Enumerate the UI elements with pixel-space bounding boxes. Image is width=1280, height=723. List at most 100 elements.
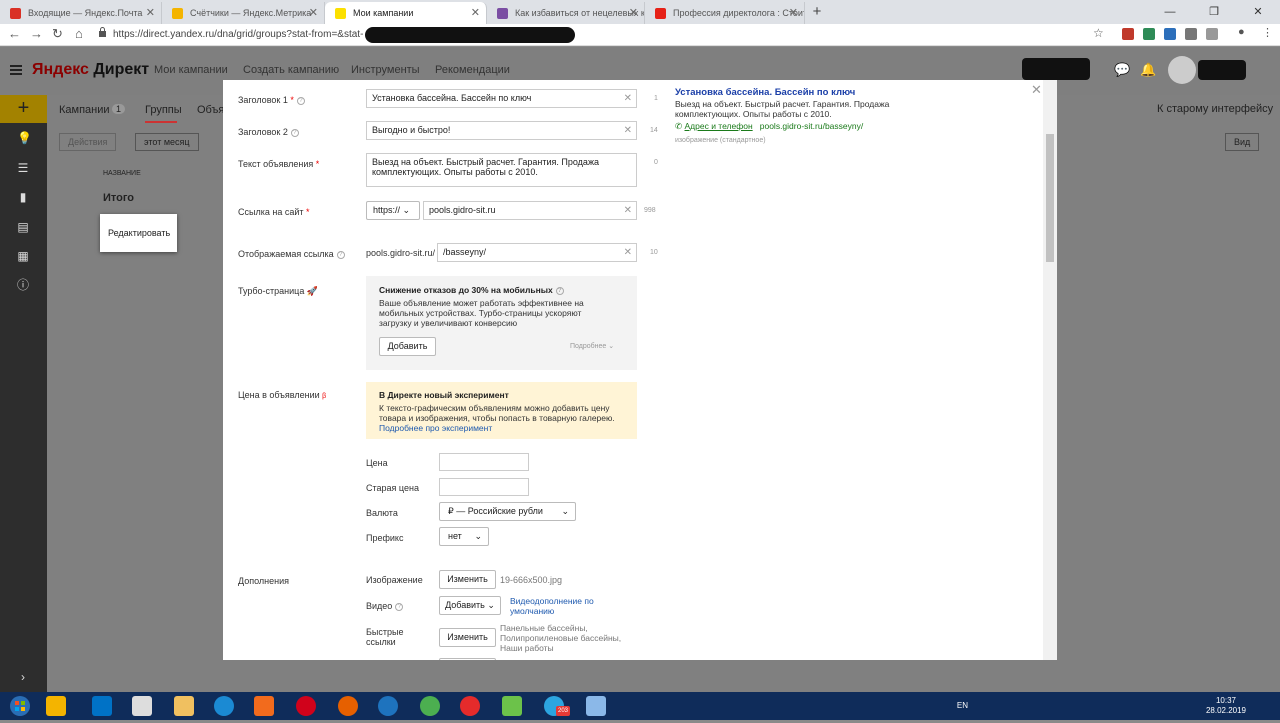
nav-create-campaign[interactable]: Создать кампанию bbox=[243, 64, 339, 76]
next-button[interactable] bbox=[439, 658, 496, 660]
outlook-icon[interactable] bbox=[92, 696, 112, 716]
chrome-icon[interactable] bbox=[420, 696, 440, 716]
paint-icon[interactable] bbox=[586, 696, 606, 716]
currency-select[interactable]: ₽ — Российские рубли ⌄ bbox=[439, 502, 576, 521]
scrollbar[interactable] bbox=[1043, 80, 1057, 660]
home-icon[interactable]: ⌂ bbox=[75, 26, 83, 41]
clock[interactable]: 10:37 28.02.2019 bbox=[1206, 696, 1246, 716]
ie-icon[interactable] bbox=[378, 696, 398, 716]
extension-icon[interactable] bbox=[1143, 28, 1155, 40]
grid-icon[interactable]: ▦ bbox=[17, 250, 29, 262]
back-icon[interactable]: ← bbox=[8, 26, 21, 41]
breadcrumb-campaigns[interactable]: Кампании bbox=[59, 104, 110, 116]
logo[interactable]: Яндекс Директ bbox=[32, 61, 149, 79]
old-price-input[interactable] bbox=[439, 478, 529, 496]
scrollbar-thumb[interactable] bbox=[1046, 134, 1054, 262]
mi-icon[interactable] bbox=[254, 696, 274, 716]
clear-icon[interactable]: ✕ bbox=[624, 244, 632, 261]
tab-campaigns[interactable]: Мои кампании ✕ bbox=[325, 2, 487, 24]
reload-icon[interactable]: ↻ bbox=[52, 26, 63, 42]
clear-icon[interactable]: ✕ bbox=[624, 90, 632, 107]
lightbulb-icon[interactable]: 💡 bbox=[17, 132, 32, 144]
close-icon[interactable]: ✕ bbox=[629, 2, 638, 24]
list-icon[interactable]: ☰ bbox=[17, 162, 29, 174]
hamburger-icon[interactable] bbox=[10, 65, 22, 75]
experiment-link[interactable]: Подробнее про эксперимент bbox=[379, 423, 492, 433]
turbo-more-link[interactable]: Подробнее ⌄ bbox=[570, 342, 614, 352]
explorer-icon[interactable] bbox=[174, 696, 194, 716]
title2-input[interactable]: Выгодно и быстро! ✕ bbox=[366, 121, 637, 140]
protocol-select[interactable]: https:// ⌄ bbox=[366, 201, 420, 220]
extension-icon[interactable] bbox=[1164, 28, 1176, 40]
tab-article[interactable]: Как избавиться от нецелевых к ✕ bbox=[487, 2, 645, 24]
quick-links-change-button[interactable]: Изменить bbox=[439, 628, 496, 647]
opera-icon[interactable] bbox=[296, 696, 316, 716]
close-icon[interactable]: ✕ bbox=[1031, 82, 1042, 98]
bell-icon[interactable]: 🔔 bbox=[1140, 62, 1156, 78]
chart-icon[interactable]: ▮ bbox=[17, 191, 29, 203]
extension-icon[interactable] bbox=[1122, 28, 1134, 40]
ad-text-textarea[interactable]: Выезд на объект. Быстрый расчет. Гаранти… bbox=[366, 153, 637, 187]
chevron-right-icon[interactable]: › bbox=[17, 671, 29, 683]
language-indicator[interactable]: EN bbox=[957, 701, 968, 710]
help-icon: ? bbox=[296, 96, 305, 105]
tab-mail[interactable]: Входящие — Яндекс.Почта ✕ bbox=[0, 2, 162, 24]
breadcrumb-ads[interactable]: Объя bbox=[197, 104, 224, 116]
url-field[interactable]: https://direct.yandex.ru/dna/grid/groups… bbox=[98, 26, 1098, 44]
clock-date: 28.02.2019 bbox=[1205, 706, 1246, 715]
nav-tools[interactable]: Инструменты bbox=[351, 64, 420, 76]
display-link-input[interactable]: /basseyny/✕ bbox=[437, 243, 637, 262]
forward-icon[interactable]: → bbox=[30, 26, 43, 41]
tab-youtube[interactable]: Профессия директолога : Стоит ✕ bbox=[645, 2, 805, 24]
clear-icon[interactable]: ✕ bbox=[624, 202, 632, 219]
maximize-button[interactable]: ❐ bbox=[1192, 0, 1236, 24]
firefox-icon[interactable] bbox=[338, 696, 358, 716]
clear-icon[interactable]: ✕ bbox=[624, 122, 632, 139]
tab-metrika[interactable]: Счётчики — Яндекс.Метрика ✕ bbox=[162, 2, 325, 24]
prefix-select[interactable]: нет ⌄ bbox=[439, 527, 489, 546]
minimize-button[interactable]: — bbox=[1148, 0, 1192, 24]
old-interface-link[interactable]: К старому интерфейсу bbox=[1157, 103, 1273, 115]
preview-url[interactable]: pools.gidro-sit.ru/basseyny/ bbox=[760, 121, 863, 131]
turbo-add-button[interactable]: Добавить bbox=[379, 337, 436, 356]
icq-icon[interactable] bbox=[502, 696, 522, 716]
close-icon[interactable]: ✕ bbox=[789, 2, 798, 24]
preview-contacts[interactable]: Адрес и телефон bbox=[685, 121, 753, 131]
add-icon[interactable]: + bbox=[0, 95, 47, 123]
calculator-icon[interactable] bbox=[132, 696, 152, 716]
preview-title[interactable]: Установка бассейна. Бассейн по ключ bbox=[675, 87, 855, 98]
profile-icon[interactable]: ● bbox=[1238, 26, 1245, 38]
info-icon[interactable]: ⓘ bbox=[17, 279, 29, 291]
close-icon[interactable]: ✕ bbox=[309, 2, 318, 24]
extension-icon[interactable] bbox=[1185, 28, 1197, 40]
ccleaner-icon[interactable] bbox=[214, 696, 234, 716]
menu-icon[interactable]: ⋮ bbox=[1262, 26, 1273, 39]
column-header-name[interactable]: НАЗВАНИЕ bbox=[103, 170, 141, 177]
new-tab-button[interactable]: + bbox=[808, 3, 826, 21]
nav-my-campaigns[interactable]: Мои кампании bbox=[154, 64, 228, 76]
close-icon[interactable]: ✕ bbox=[146, 2, 155, 24]
close-icon[interactable]: ✕ bbox=[471, 2, 480, 24]
close-window-button[interactable]: ✕ bbox=[1236, 0, 1280, 24]
image-change-button[interactable]: Изменить bbox=[439, 570, 496, 589]
media-player-icon[interactable] bbox=[46, 696, 66, 716]
actions-dropdown[interactable]: Действия bbox=[59, 133, 117, 151]
yandex-browser-icon[interactable] bbox=[460, 696, 480, 716]
view-dropdown[interactable]: Вид bbox=[1225, 133, 1260, 151]
start-button[interactable] bbox=[0, 692, 40, 720]
edit-popup[interactable]: Редактировать bbox=[100, 214, 177, 252]
star-icon[interactable]: ☆ bbox=[1093, 26, 1104, 40]
video-add-button[interactable]: Добавить ⌄ bbox=[439, 596, 501, 615]
chat-icon[interactable]: 💬 bbox=[1114, 62, 1130, 78]
period-dropdown[interactable]: этот месяц bbox=[135, 133, 199, 151]
nav-recommendations[interactable]: Рекомендации bbox=[435, 64, 510, 76]
title1-input[interactable]: Установка бассейна. Бассейн по ключ ✕ bbox=[366, 89, 637, 108]
extension-icon[interactable] bbox=[1206, 28, 1218, 40]
avatar[interactable] bbox=[1168, 56, 1196, 84]
quick-links-text: Панельные бассейны, Полипропиленовые бас… bbox=[500, 623, 622, 653]
video-default-link[interactable]: Видеодополнение по умолчанию bbox=[510, 596, 610, 616]
price-input[interactable] bbox=[439, 453, 529, 471]
stack-icon[interactable]: ▤ bbox=[17, 221, 29, 233]
url-input[interactable]: pools.gidro-sit.ru ✕ bbox=[423, 201, 637, 220]
breadcrumb-groups[interactable]: Группы bbox=[145, 104, 182, 116]
